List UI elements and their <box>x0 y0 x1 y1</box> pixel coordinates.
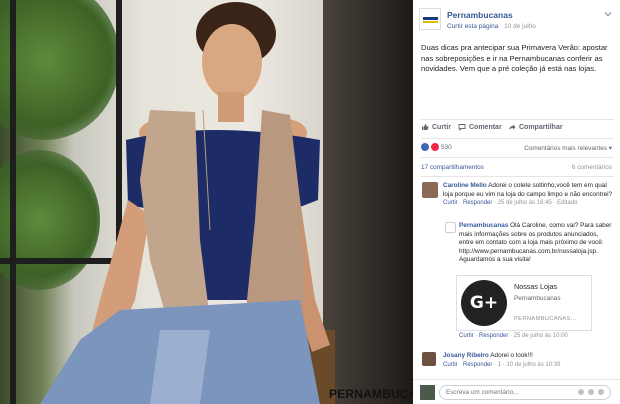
thumbs-up-icon <box>422 124 429 130</box>
comment-time[interactable]: 10 de julho às 10:39 <box>506 362 560 368</box>
comment-like-link[interactable]: Curtir <box>459 333 474 339</box>
post-text: Duas dicas pra antecipar sua Primavera V… <box>421 43 608 73</box>
comment-author[interactable]: Caroline Mello <box>443 182 487 189</box>
comment-sort-dropdown[interactable]: Comentários mais relevantes ▾ <box>524 144 612 152</box>
like-button[interactable]: Curtir <box>421 123 451 131</box>
page-avatar[interactable] <box>419 8 441 30</box>
photo-watermark: PERNAMBUCANAS <box>329 387 413 401</box>
shares-count[interactable]: 17 compartilhamentos <box>421 164 484 171</box>
comment-reply-meta: Curtir · Responder · 25 de julho às 10:0… <box>459 332 613 341</box>
card-domain: PERNAMBUCANAS... <box>514 316 577 322</box>
comment-icon <box>458 124 466 131</box>
comment-time[interactable]: 25 de julho às 16:45 · Editado <box>498 200 578 206</box>
love-reaction-icon <box>431 143 439 151</box>
comment-meta: Curtir · Responder · 25 de julho às 16:4… <box>443 200 578 207</box>
share-icon <box>509 124 516 130</box>
post-photo[interactable]: PERNAMBUCANAS <box>0 0 413 404</box>
like-label: Curtir <box>432 123 452 131</box>
reaction-count: 530 <box>441 143 452 151</box>
comment-like-link[interactable]: Curtir <box>443 200 458 206</box>
comment-item: Josany Ribeiro Adorei o look!!! Curtir ·… <box>443 352 613 369</box>
divider <box>421 138 614 139</box>
comment-author[interactable]: Josany Ribeiro <box>443 352 489 359</box>
page-name[interactable]: Pernambucanas <box>447 10 513 20</box>
camera-icon[interactable] <box>588 389 594 395</box>
separator: · <box>500 23 503 30</box>
card-subtitle: Pernambucanas <box>514 295 561 302</box>
model-figure <box>40 2 330 404</box>
comment-meta: Curtir · Responder · 1 · 10 de julho às … <box>443 361 561 368</box>
page-reply-avatar[interactable] <box>445 222 456 233</box>
link-preview-card[interactable]: G+ Nossas Lojas Pernambucanas PERNAMBUCA… <box>456 275 592 331</box>
share-label: Compartilhar <box>519 123 563 131</box>
comment-reply-link[interactable]: Responder <box>463 200 492 206</box>
comment-composer <box>413 379 620 404</box>
comment-text: Adorei o look!!! <box>490 352 533 359</box>
google-plus-icon: G+ <box>461 280 507 326</box>
divider <box>421 119 614 120</box>
avatar[interactable] <box>422 352 436 366</box>
emoji-icon[interactable] <box>578 389 584 395</box>
comment-reaction-count[interactable]: 1 <box>498 362 501 368</box>
divider <box>421 176 614 177</box>
gif-icon[interactable] <box>598 389 604 395</box>
comment-item: Caroline Mello Adorei o colete soltinho,… <box>443 182 613 208</box>
comment-reply-link[interactable]: Responder <box>463 362 492 368</box>
comment-reply: Pernambucanas Olá Caroline, como vai? Pa… <box>459 222 613 265</box>
page-subline: Curtir esta página · 10 de julho <box>447 23 536 30</box>
comment-like-link[interactable]: Curtir <box>443 362 458 368</box>
comment-label: Comentar <box>469 123 502 131</box>
comment-input[interactable] <box>439 385 611 400</box>
like-page-link[interactable]: Curtir esta página <box>447 23 498 30</box>
post-side-panel: Pernambucanas Curtir esta página · 10 de… <box>413 0 620 404</box>
comment-author[interactable]: Pernambucanas <box>459 222 508 229</box>
divider <box>421 157 614 158</box>
comment-time[interactable]: 25 de julho às 10:00 <box>514 333 568 339</box>
reactions-summary[interactable]: 530 <box>421 142 452 152</box>
post-actions: Curtir Comentar Compartilhar <box>413 121 620 137</box>
like-reaction-icon <box>421 143 429 151</box>
avatar[interactable] <box>422 182 438 198</box>
post-header: Pernambucanas Curtir esta página · 10 de… <box>413 4 620 34</box>
avatar <box>420 385 435 400</box>
comment-meta: Curtir · Responder · 25 de julho às 10:0… <box>459 333 568 339</box>
comment-reply-link[interactable]: Responder <box>479 333 508 339</box>
post-date[interactable]: 10 de julho <box>504 23 536 30</box>
comments-count[interactable]: 6 comentários <box>572 164 612 171</box>
share-button[interactable]: Compartilhar <box>508 123 563 131</box>
chevron-down-icon[interactable] <box>604 10 612 18</box>
card-title: Nossas Lojas <box>514 282 558 291</box>
comment-button[interactable]: Comentar <box>458 123 502 131</box>
